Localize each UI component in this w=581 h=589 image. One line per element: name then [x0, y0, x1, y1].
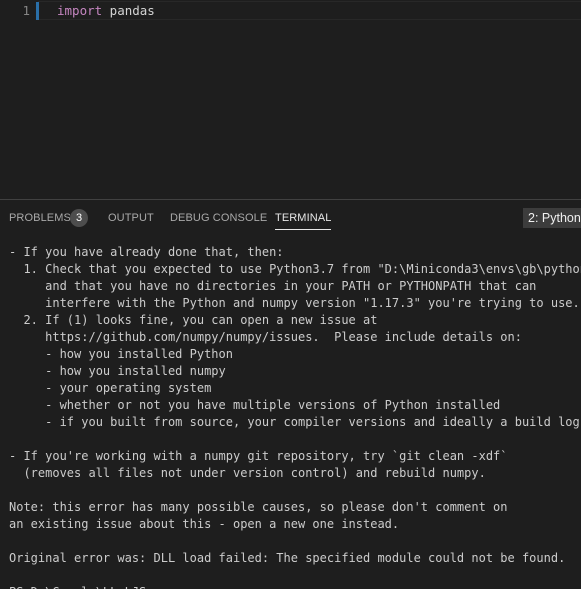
tab-output[interactable]: OUTPUT	[108, 211, 154, 225]
code-line-1[interactable]: import pandas	[57, 3, 155, 18]
terminal-line: Note: this error has many possible cause…	[9, 500, 508, 514]
active-tab-underline	[275, 229, 332, 230]
terminal-line: 2. If (1) looks fine, you can open a new…	[9, 313, 378, 327]
terminal-line: PS D:\Google\LLaLJS	[9, 584, 581, 589]
terminal-line: Original error was: DLL load failed: The…	[9, 551, 566, 565]
bottom-panel: PROBLEMS 3 OUTPUT DEBUG CONSOLE TERMINAL…	[0, 199, 581, 589]
code-text: pandas	[102, 3, 155, 18]
line-number: 1	[22, 3, 30, 18]
terminal-line: - your operating system	[9, 381, 212, 395]
tab-terminal[interactable]: TERMINAL	[275, 211, 332, 230]
code-keyword: import	[57, 3, 103, 18]
terminal-line: an existing issue about this - open a ne…	[9, 517, 400, 531]
tab-problems-label: PROBLEMS	[9, 212, 71, 224]
problems-count-badge: 3	[70, 209, 88, 227]
terminal-line: - If you're working with a numpy git rep…	[9, 449, 508, 463]
tab-problems[interactable]: PROBLEMS	[9, 211, 71, 225]
tab-debug-console-label: DEBUG CONSOLE	[170, 212, 268, 224]
terminal-line: https://github.com/numpy/numpy/issues. P…	[9, 330, 522, 344]
terminal-line: - if you built from source, your compile…	[9, 415, 580, 429]
terminal-line: - whether or not you have multiple versi…	[9, 398, 501, 412]
terminal-line: and that you have no directories in your…	[9, 279, 537, 293]
terminal-line: interfere with the Python and numpy vers…	[9, 296, 580, 310]
terminal-line: 1. Check that you expected to use Python…	[9, 262, 581, 276]
terminal-line: - how you installed numpy	[9, 364, 226, 378]
code-editor[interactable]: 1 import pandas	[0, 0, 581, 199]
terminal-output[interactable]: - If you have already done that, then: 1…	[9, 244, 581, 589]
tab-terminal-label: TERMINAL	[275, 212, 332, 224]
terminal-selector-dropdown[interactable]: 2: Python	[523, 208, 581, 228]
tab-output-label: OUTPUT	[108, 212, 154, 224]
panel-tab-bar: PROBLEMS 3 OUTPUT DEBUG CONSOLE TERMINAL…	[0, 200, 581, 236]
line-change-marker	[36, 2, 39, 20]
terminal-line: - If you have already done that, then:	[9, 245, 284, 259]
terminal-line: (removes all files not under version con…	[9, 466, 486, 480]
tab-debug-console[interactable]: DEBUG CONSOLE	[170, 211, 267, 225]
terminal-line: - how you installed Python	[9, 347, 233, 361]
